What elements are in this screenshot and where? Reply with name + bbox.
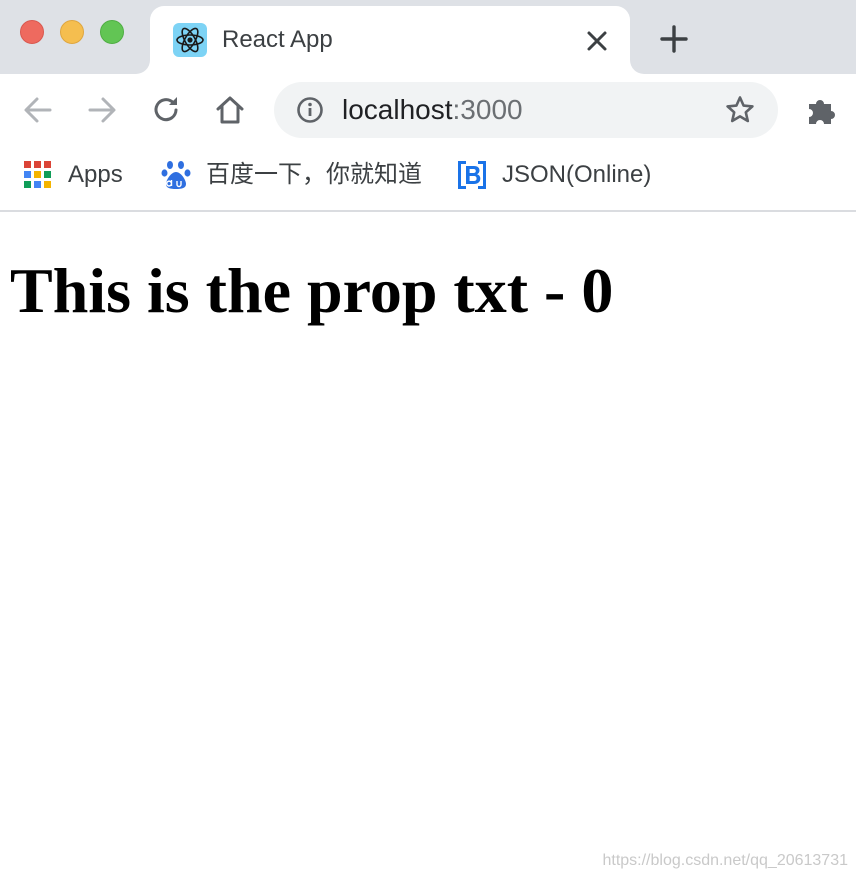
browser-toolbar: localhost:3000 — [0, 74, 856, 146]
bookmark-label: JSON(Online) — [502, 161, 652, 188]
extensions-button[interactable] — [804, 92, 840, 128]
bookmark-label: 百度一下，你就知道 — [206, 161, 422, 188]
apps-grid-icon — [24, 161, 51, 188]
puzzle-icon — [809, 100, 835, 124]
watermark-text: https://blog.csdn.net/qq_20613731 — [602, 852, 848, 869]
tab-react-app[interactable]: React App — [150, 6, 630, 74]
bookmark-json-online[interactable]: JSON(Online) — [456, 158, 651, 192]
page-heading: This is the prop txt - 0 — [10, 255, 614, 326]
bookmark-label: Apps — [68, 161, 123, 188]
baidu-paw-icon — [161, 161, 191, 189]
react-logo-icon — [173, 23, 207, 57]
reload-icon — [154, 97, 178, 122]
page-content: This is the prop txt - 0 https://blog.cs… — [0, 212, 856, 880]
bookmark-apps[interactable]: Apps — [22, 158, 123, 192]
tab-title: React App — [222, 26, 333, 53]
tab-close-icon[interactable] — [584, 28, 610, 54]
home-button[interactable] — [212, 92, 248, 128]
bookmarks-bar: Apps 百度一下，你就知道 JSON(Online) — [0, 146, 856, 212]
reload-button[interactable] — [148, 92, 184, 128]
arrow-left-icon — [24, 97, 52, 123]
address-bar[interactable]: localhost:3000 — [274, 82, 778, 138]
window-maximize-button[interactable] — [100, 20, 124, 44]
window-close-button[interactable] — [20, 20, 44, 44]
bejson-logo-icon — [458, 161, 486, 189]
window-minimize-button[interactable] — [60, 20, 84, 44]
back-button[interactable] — [20, 92, 56, 128]
url-host: localhost — [342, 94, 453, 125]
home-icon — [216, 96, 244, 124]
url-port: :3000 — [452, 94, 523, 125]
tab-strip: React App — [0, 0, 856, 74]
forward-button[interactable] — [84, 92, 120, 128]
new-tab-plus-icon[interactable] — [660, 25, 688, 53]
url-text[interactable]: localhost:3000 — [342, 95, 523, 125]
arrow-right-icon — [88, 97, 116, 123]
info-icon[interactable] — [296, 96, 324, 124]
star-icon[interactable] — [724, 94, 756, 126]
bookmark-baidu[interactable]: 百度一下，你就知道 — [160, 158, 422, 192]
